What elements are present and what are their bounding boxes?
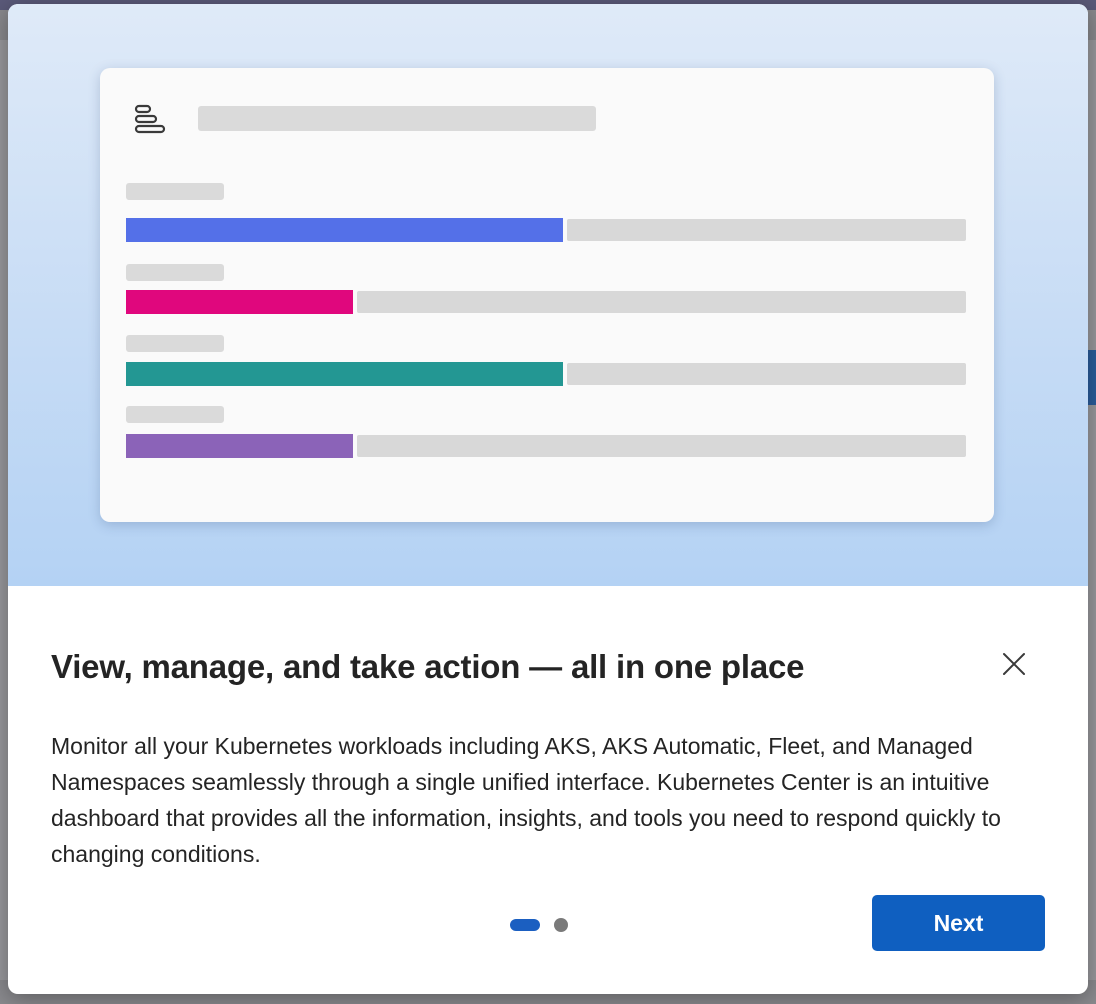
onboarding-dialog: View, manage, and take action — all in o… [8, 4, 1088, 994]
next-button[interactable]: Next [872, 895, 1045, 951]
bar-fill [126, 218, 563, 242]
illustration-bar [126, 434, 966, 458]
illustration-bar [126, 362, 966, 386]
illustration-bar [126, 290, 966, 314]
close-button[interactable] [996, 646, 1032, 682]
bar-fill [126, 290, 353, 314]
dialog-description: Monitor all your Kubernetes workloads in… [51, 733, 1001, 867]
hero-banner [8, 4, 1088, 586]
bar-fill [126, 434, 353, 458]
close-icon [1003, 653, 1025, 675]
bar-label-placeholder [126, 183, 224, 200]
bar-label-placeholder [126, 264, 224, 281]
dashboard-illustration [100, 68, 994, 522]
bar-remainder [357, 435, 966, 457]
page-indicator [510, 918, 568, 932]
illustration-bar [126, 218, 966, 242]
page-dot-active[interactable] [510, 919, 540, 931]
dialog-content: View, manage, and take action — all in o… [8, 586, 1088, 994]
bar-label-placeholder [126, 406, 224, 423]
list-icon [134, 104, 166, 134]
bar-remainder [357, 291, 966, 313]
bar-fill [126, 362, 563, 386]
page-dot[interactable] [554, 918, 568, 932]
dialog-title: View, manage, and take action — all in o… [51, 648, 805, 685]
bar-remainder [567, 363, 966, 385]
bar-remainder [567, 219, 966, 241]
illustration-title-placeholder [198, 106, 596, 131]
bar-label-placeholder [126, 335, 224, 352]
